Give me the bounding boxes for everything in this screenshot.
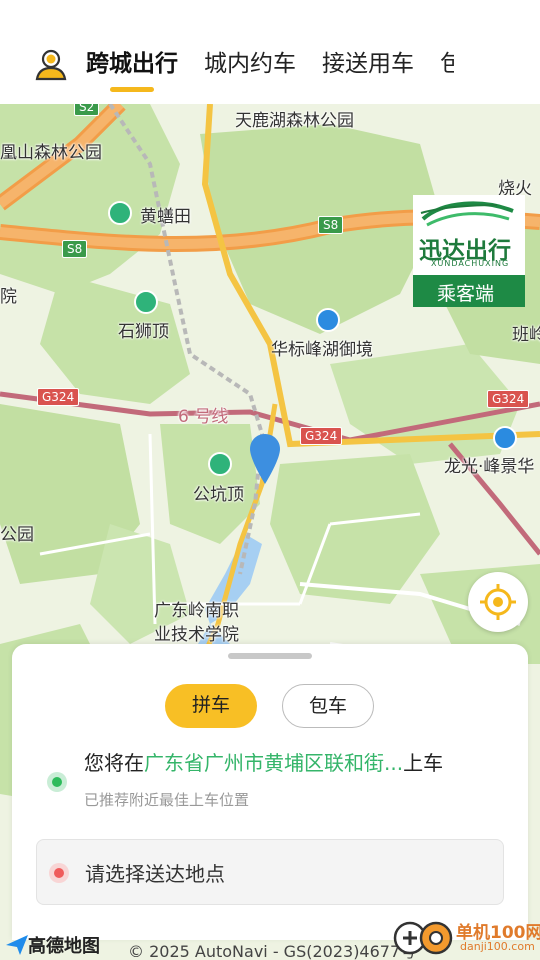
pickup-address[interactable]: 广东省广州市黄埔区联和街... — [144, 751, 403, 775]
map-label: 公坑顶 — [193, 485, 244, 505]
map-label: 黄蟮田 — [140, 207, 191, 227]
mountain-icon — [208, 452, 232, 476]
road-badge-g324: G324 — [487, 390, 530, 408]
amap-logo-text: 高德地图 — [28, 936, 100, 957]
map-label: 天鹿湖森林公园 — [235, 111, 354, 131]
brand-logo: 迅达出行 XUNDACHUXING 乘客端 — [413, 195, 525, 307]
brand-subtitle: 乘客端 — [437, 283, 495, 305]
mountain-icon — [134, 290, 158, 314]
residential-icon — [493, 426, 517, 450]
road-badge-g324: G324 — [300, 427, 343, 445]
watermark-url: danji100.com — [460, 940, 535, 953]
brand-subtitle-band: 乘客端 — [413, 275, 525, 307]
booking-sheet: 拼车 包车 您将在广东省广州市黄埔区联和街...上车 已推荐附近最佳上车位置 请… — [12, 644, 528, 940]
tab-transfer[interactable]: 接送用车 — [322, 46, 414, 82]
map-label: 公园 — [0, 525, 34, 545]
sheet-drag-handle[interactable] — [228, 653, 312, 659]
map-label: 龙光·峰景华 — [444, 457, 535, 477]
map-label: 院 — [0, 287, 17, 307]
map-footer: 高德地图 © 2025 AutoNavi - GS(2023)4677号 单机1… — [0, 921, 540, 960]
top-tab-bar: 跨城出行 城内约车 接送用车 包 — [0, 0, 540, 104]
mountain-icon — [108, 201, 132, 225]
service-tabs: 跨城出行 城内约车 接送用车 包 — [86, 46, 454, 92]
crosshair-icon — [480, 584, 516, 620]
tab-city-ride[interactable]: 城内约车 — [204, 46, 296, 82]
carpool-button[interactable]: 拼车 — [165, 684, 257, 728]
pickup-suffix: 上车 — [403, 751, 444, 775]
map-label: 广东岭南职 — [154, 601, 239, 621]
pickup-dot-icon — [47, 772, 67, 792]
map-label: 凰山森林公园 — [0, 143, 102, 163]
road-badge-s8: S8 — [318, 216, 344, 234]
pickup-hint: 已推荐附近最佳上车位置 — [84, 791, 250, 809]
user-avatar-icon[interactable] — [34, 48, 68, 82]
map-label: 石狮顶 — [118, 322, 169, 342]
road-badge-g324: G324 — [37, 388, 80, 406]
map-label: 班岭 — [512, 325, 540, 345]
brand-swoosh-icon — [420, 201, 514, 227]
destination-field[interactable]: 请选择送达地点 — [36, 839, 504, 905]
map-copyright: © 2025 AutoNavi - GS(2023)4677号 — [128, 942, 417, 960]
destination-placeholder: 请选择送达地点 — [85, 862, 225, 886]
amap-logo: 高德地图 — [6, 932, 100, 958]
map-label: 华标峰湖御境 — [271, 340, 373, 360]
destination-dot-icon — [49, 863, 69, 883]
pickup-location[interactable]: 您将在广东省广州市黄埔区联和街...上车 — [84, 747, 443, 776]
locate-me-button[interactable] — [468, 572, 528, 632]
tab-charter[interactable]: 包 — [440, 46, 454, 82]
location-pin-icon — [250, 434, 280, 484]
brand-pinyin: XUNDACHUXING — [431, 259, 510, 268]
charter-button[interactable]: 包车 — [282, 684, 374, 728]
road-badge-s2: S2 — [74, 104, 100, 116]
residential-icon — [316, 308, 340, 332]
road-badge-s8: S8 — [62, 240, 88, 258]
tab-intercity[interactable]: 跨城出行 — [86, 46, 178, 92]
watermark-icon — [393, 921, 453, 955]
pickup-prefix: 您将在 — [84, 751, 144, 775]
map-label-metro: 6 号线 — [178, 407, 229, 427]
map-label: 业技术学院 — [154, 625, 239, 645]
amap-arrow-icon — [6, 935, 28, 955]
